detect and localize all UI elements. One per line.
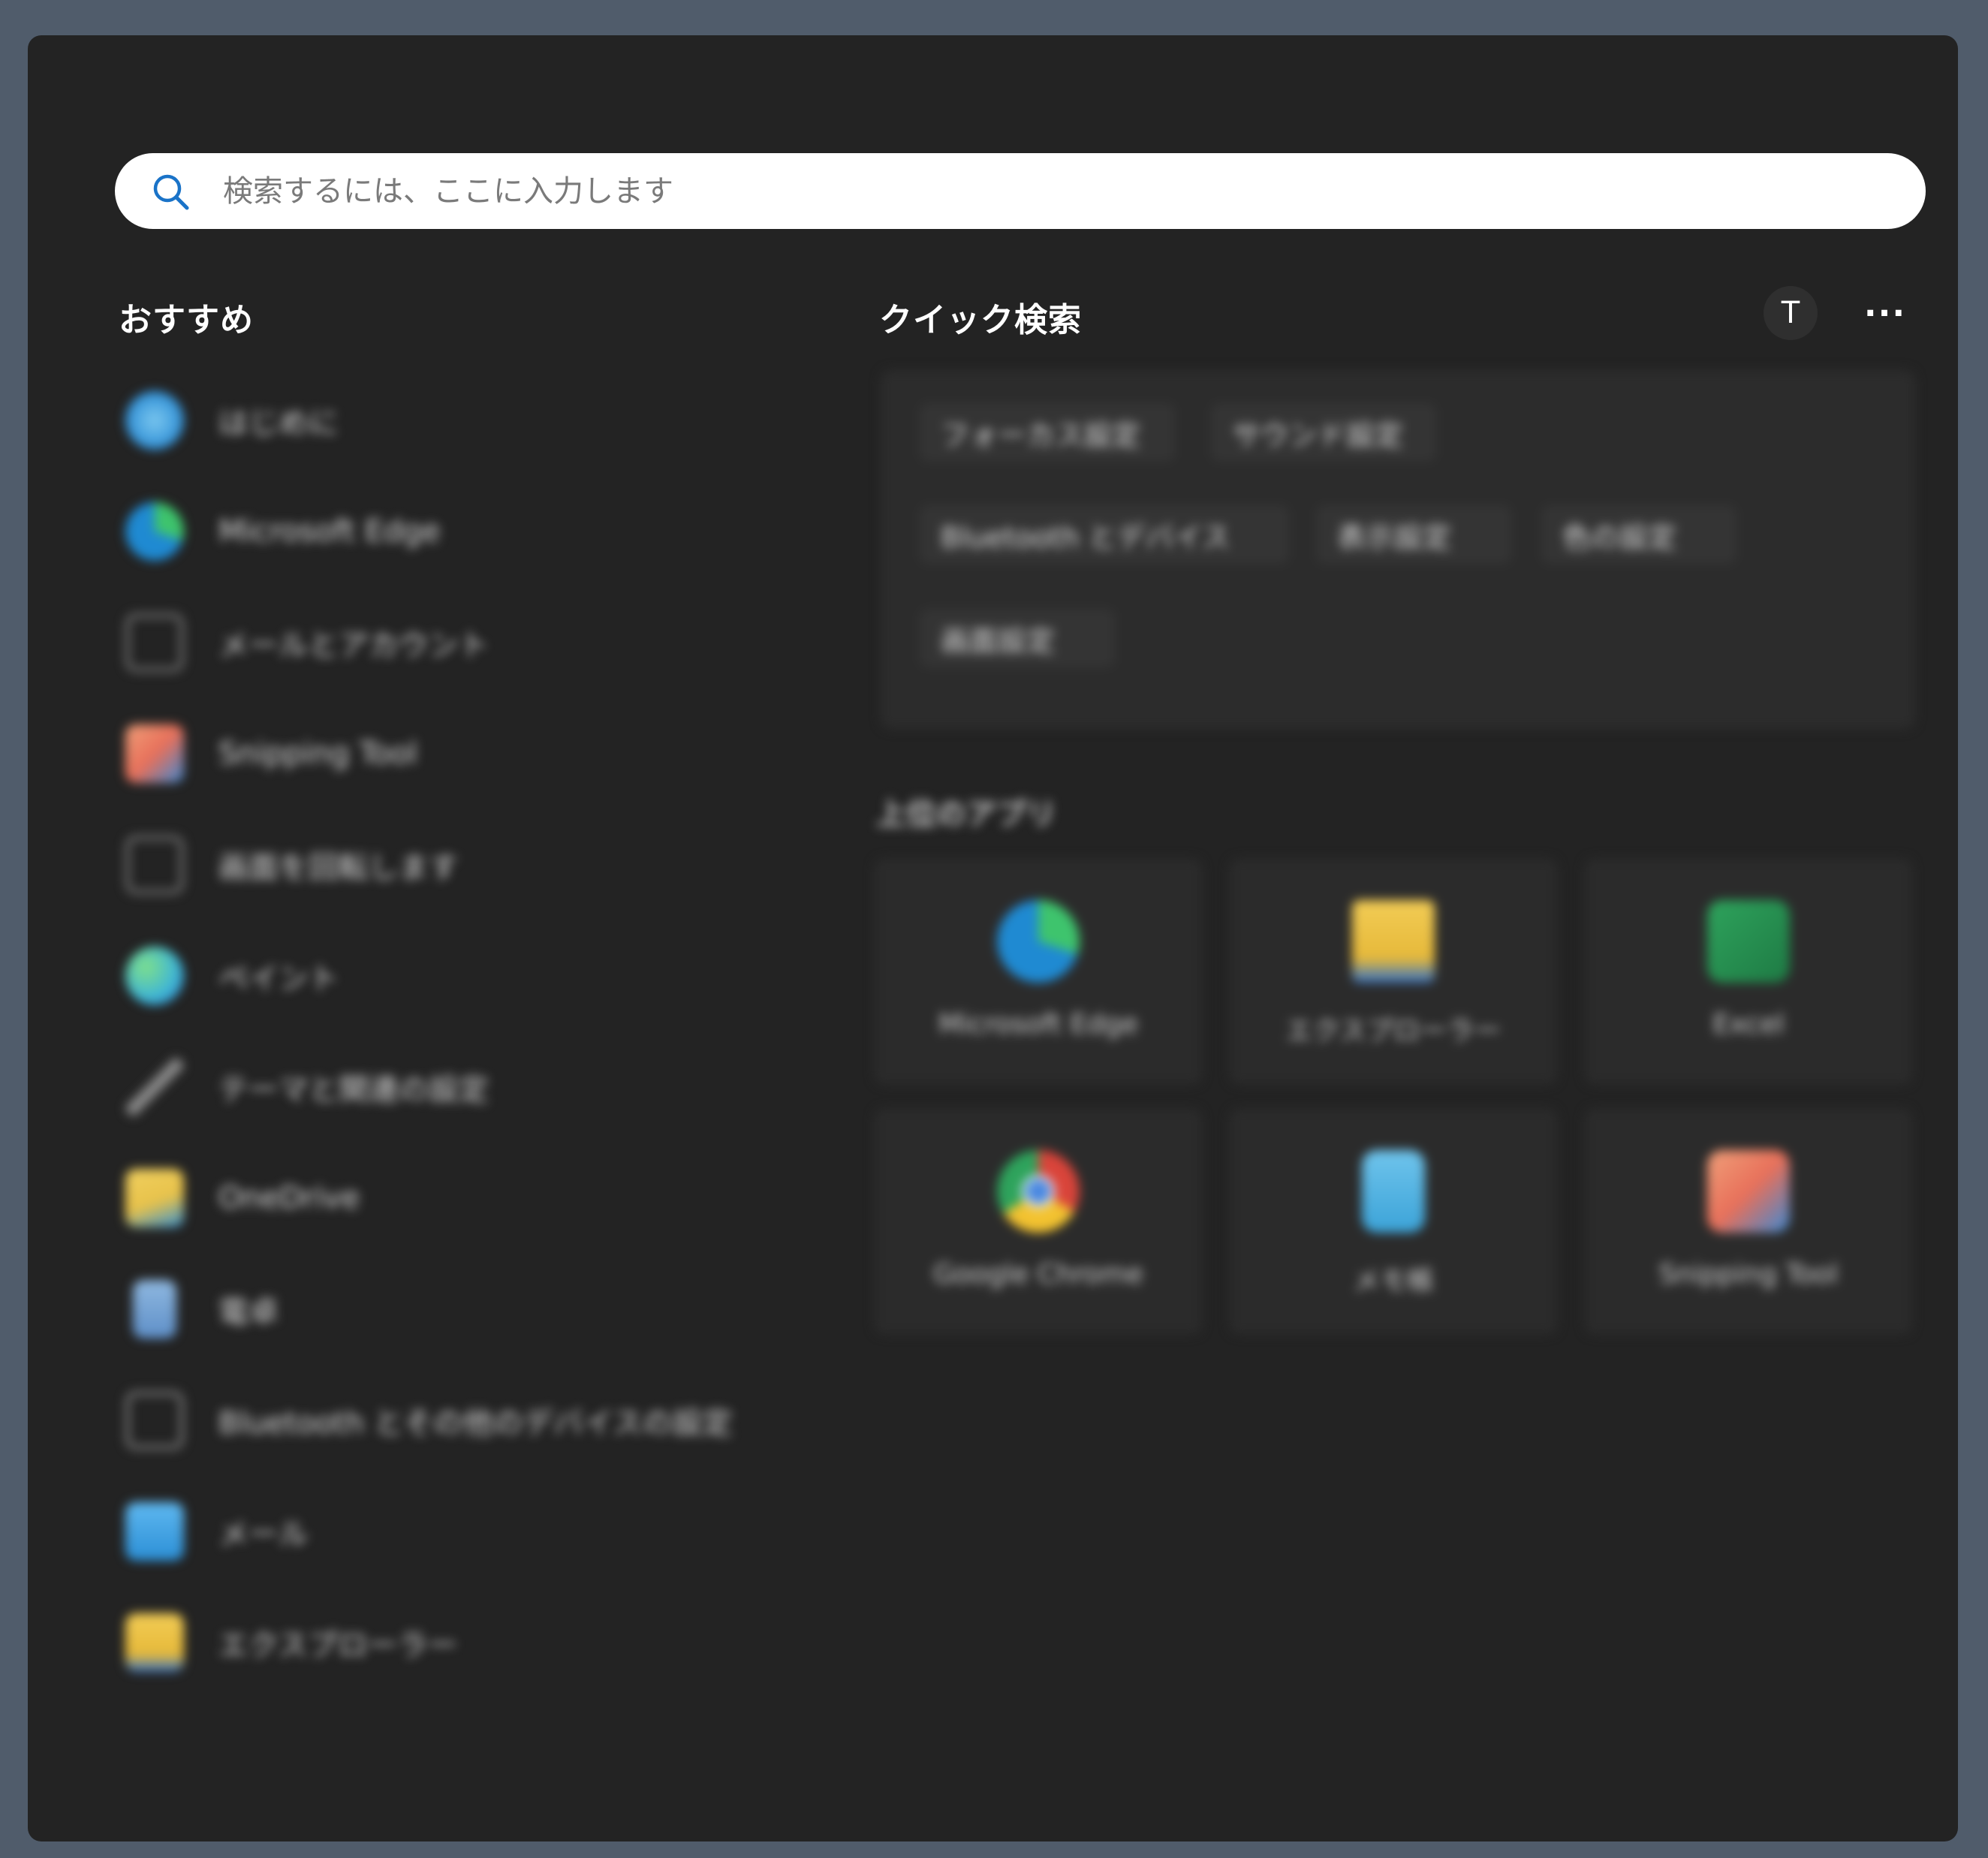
recommended-item-label: Microsoft Edge: [218, 514, 441, 549]
recommended-item[interactable]: テーマと関連の設定: [125, 1046, 489, 1128]
app-tile[interactable]: Snipping Tool: [1585, 1109, 1912, 1334]
recommended-item-label: 画面を回転します: [218, 851, 459, 885]
recommended-item-label: メール: [218, 1517, 309, 1552]
rotate-screen-icon: [125, 836, 184, 894]
app-label: エクスプローラー: [1285, 1016, 1502, 1046]
app-label: Excel: [1712, 1009, 1785, 1040]
more-options-button[interactable]: ···: [1858, 286, 1912, 340]
pen-icon: [125, 1058, 184, 1116]
quick-search-tag[interactable]: 表示設定: [1316, 505, 1511, 564]
get-started-icon: [125, 391, 184, 450]
top-apps-title: 上位のアプリ: [876, 797, 1056, 832]
quick-search-tag[interactable]: 画面設定: [920, 609, 1115, 667]
quick-search-box: フォーカス設定 サウンド設定 Bluetooth とデバイス 表示設定 色の設定…: [881, 370, 1915, 729]
recommended-item-label: OneDrive: [218, 1181, 360, 1215]
app-tile[interactable]: Microsoft Edge: [875, 859, 1202, 1084]
onedrive-icon: [125, 1169, 184, 1227]
folder-icon: [1352, 900, 1435, 983]
recommended-item[interactable]: メールとアカウント: [125, 601, 489, 684]
user-avatar[interactable]: T: [1764, 286, 1818, 340]
recommended-title: おすすめ: [119, 301, 254, 339]
edge-icon: [125, 502, 184, 561]
recommended-item-label: はじめに: [218, 406, 339, 441]
recommended-item[interactable]: メール: [125, 1490, 309, 1573]
recommended-item[interactable]: ペイント: [125, 935, 339, 1017]
quick-search-tag[interactable]: Bluetooth とデバイス: [920, 505, 1289, 564]
app-label: Snipping Tool: [1658, 1259, 1839, 1290]
recommended-item[interactable]: 電卓: [125, 1268, 279, 1351]
chrome-icon: [997, 1150, 1080, 1233]
folder-icon: [125, 1613, 184, 1672]
app-tile[interactable]: Excel: [1585, 859, 1912, 1084]
search-input[interactable]: [221, 173, 1801, 209]
recommended-item-label: テーマと関連の設定: [218, 1073, 489, 1107]
mail-icon: [125, 1502, 184, 1561]
devices-icon: [125, 1391, 184, 1450]
recommended-item-label: Snipping Tool: [218, 736, 417, 771]
app-tile[interactable]: メモ帳: [1230, 1109, 1557, 1334]
edge-icon: [997, 900, 1080, 983]
search-panel: おすすめ クイック検索 T ··· はじめに Microsoft Edge メー…: [28, 35, 1958, 1841]
quick-search-tag[interactable]: フォーカス設定: [920, 403, 1175, 462]
quick-search-tag[interactable]: サウンド設定: [1211, 403, 1436, 462]
recommended-item[interactable]: OneDrive: [125, 1157, 360, 1239]
paint-icon: [125, 947, 184, 1005]
quick-search-tag[interactable]: 色の設定: [1541, 505, 1736, 564]
recommended-item[interactable]: 画面を回転します: [125, 824, 459, 906]
quick-search-title: クイック検索: [879, 301, 1082, 339]
recommended-item-label: 電卓: [218, 1295, 279, 1330]
recommended-item-label: Bluetooth とその他のデバイスの設定: [218, 1406, 733, 1441]
app-label: メモ帳: [1352, 1266, 1434, 1296]
recommended-item-label: ペイント: [218, 962, 339, 996]
recommended-item[interactable]: Snipping Tool: [125, 712, 417, 795]
recommended-item[interactable]: エクスプローラー: [125, 1601, 458, 1684]
recommended-item[interactable]: Microsoft Edge: [125, 490, 440, 573]
search-box[interactable]: [115, 153, 1926, 229]
snipping-tool-icon: [125, 724, 184, 783]
snipping-tool-icon: [1707, 1150, 1790, 1233]
mail-accounts-icon: [125, 613, 184, 672]
recommended-item-label: エクスプローラー: [218, 1628, 458, 1663]
calculator-icon: [133, 1280, 176, 1339]
excel-icon: [1707, 900, 1790, 983]
recommended-item-label: メールとアカウント: [218, 628, 489, 663]
app-label: Microsoft Edge: [938, 1009, 1138, 1040]
search-icon: [151, 172, 190, 211]
app-tile[interactable]: Google Chrome: [875, 1109, 1202, 1334]
app-tile[interactable]: エクスプローラー: [1230, 859, 1557, 1084]
notepad-icon: [1362, 1150, 1425, 1233]
recommended-item[interactable]: はじめに: [125, 379, 339, 462]
recommended-item[interactable]: Bluetooth とその他のデバイスの設定: [125, 1379, 733, 1462]
app-label: Google Chrome: [933, 1259, 1143, 1290]
